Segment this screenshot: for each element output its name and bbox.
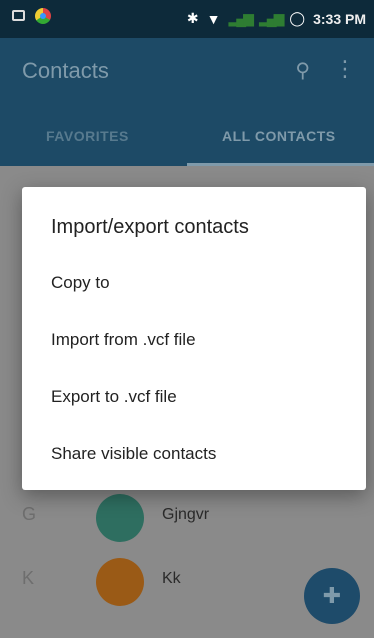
sync-icon: ◯	[289, 10, 306, 26]
menu-item-export-vcf[interactable]: Export to .vcf file	[22, 369, 366, 425]
signal-icon: ▂▄▆	[228, 10, 255, 26]
menu-item-share-visible[interactable]: Share visible contacts	[22, 426, 366, 482]
search-icon[interactable]: ⚲	[295, 58, 310, 83]
avatar	[96, 558, 144, 606]
contact-name: Kk	[162, 570, 181, 587]
app-title: Contacts	[22, 58, 109, 83]
menu-item-import-vcf[interactable]: Import from .vcf file	[22, 312, 366, 368]
tab-bar: FAVORITES ALL CONTACTS	[0, 110, 374, 166]
status-time: 3:33 PM	[313, 10, 366, 27]
signal-icon: ▂▄▆	[258, 10, 285, 26]
contact-name: Gjngvr	[162, 506, 210, 523]
add-contact-button[interactable]: ✚	[304, 568, 360, 624]
list-item[interactable]: G Gjngvr	[0, 488, 374, 548]
menu-item-copy-to[interactable]: Copy to	[22, 255, 366, 311]
status-bar: ✱ ▼ ▂▄▆ ▂▄▆ ◯ 3:33 PM	[0, 0, 374, 38]
dialog-title: Import/export contacts	[51, 216, 249, 238]
notification-box-icon	[12, 10, 25, 21]
add-contact-icon: ✚	[322, 583, 342, 608]
bluetooth-icon: ✱	[186, 10, 199, 26]
import-export-dialog: Import/export contacts Copy to Import fr…	[22, 187, 366, 490]
tab-all-contacts[interactable]: ALL CONTACTS	[222, 128, 336, 144]
wifi-icon: ▼	[206, 10, 221, 27]
section-letter: G	[22, 504, 37, 524]
tab-favorites[interactable]: FAVORITES	[46, 128, 129, 144]
app-bar: Contacts ⚲ ⋮	[0, 38, 374, 110]
more-vert-icon[interactable]: ⋮	[334, 56, 356, 82]
chrome-icon	[35, 8, 51, 24]
avatar	[96, 494, 144, 542]
section-letter: K	[22, 568, 35, 588]
